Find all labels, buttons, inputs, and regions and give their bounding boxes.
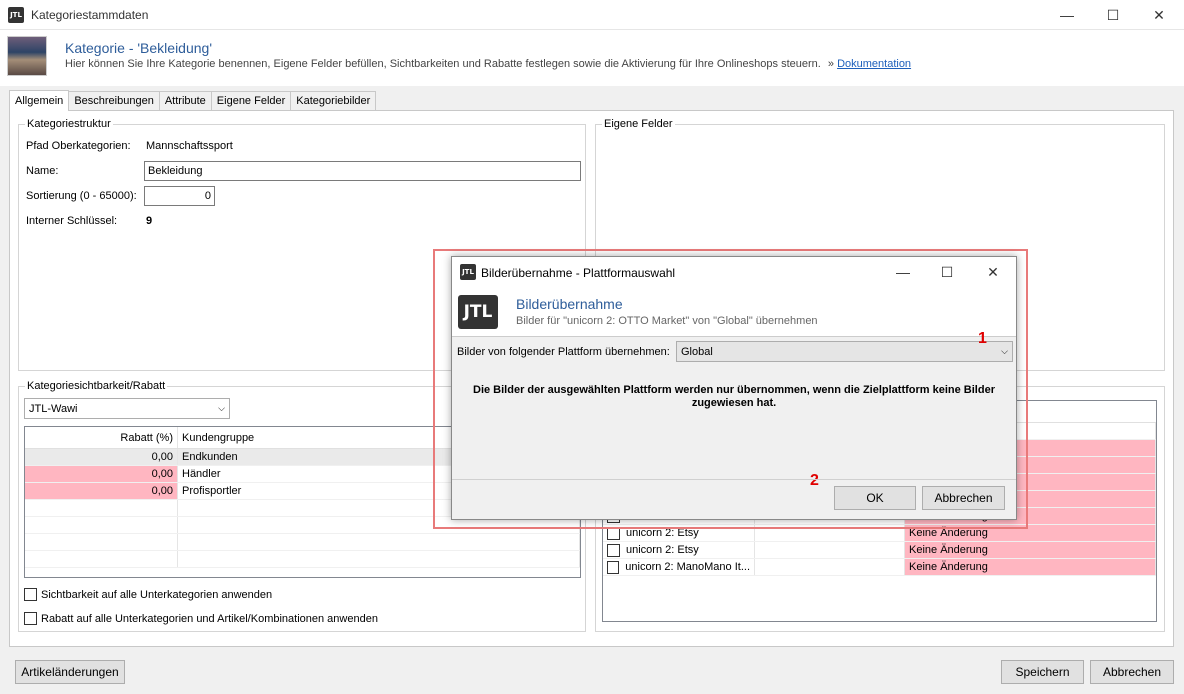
discount-checkbox-label: Rabatt auf alle Unterkategorien und Arti… bbox=[41, 612, 378, 625]
rabatt-cell[interactable]: 0,00 bbox=[25, 449, 178, 465]
visibility-checkbox-label: Sichtbarkeit auf alle Unterkategorien an… bbox=[41, 588, 273, 601]
annotation-marker-2: 2 bbox=[810, 472, 819, 489]
platform-dialog: JTL Bilderübernahme - Plattformauswahl —… bbox=[451, 256, 1017, 520]
rabatt-cell[interactable]: 0,00 bbox=[25, 483, 178, 499]
save-button[interactable]: Speichern bbox=[1001, 660, 1084, 684]
ok-button[interactable]: OK bbox=[834, 486, 916, 510]
table-row[interactable]: unicorn 2: Etsy Keine Änderung bbox=[603, 542, 1156, 559]
sort-label: Sortierung (0 - 65000): bbox=[26, 190, 137, 202]
dialog-heading: Bilderübernahme bbox=[516, 296, 623, 312]
annotation-marker-1: 1 bbox=[978, 330, 987, 347]
app-logo-icon: JTL bbox=[8, 7, 24, 23]
discount-checkbox[interactable] bbox=[24, 612, 37, 625]
dialog-subheading: Bilder für "unicorn 2: OTTO Market" von … bbox=[516, 315, 818, 327]
window-titlebar bbox=[0, 0, 1184, 30]
discount-checkbox-row[interactable]: Rabatt auf alle Unterkategorien und Arti… bbox=[24, 612, 378, 625]
platform-name: unicorn 2: ManoMano It... bbox=[625, 561, 750, 573]
platform-select[interactable]: JTL-Wawi ⌵ bbox=[24, 398, 230, 419]
category-image bbox=[7, 36, 47, 76]
minimize-icon[interactable]: — bbox=[880, 257, 926, 287]
name-input[interactable]: Bekleidung bbox=[144, 161, 581, 181]
platform-select-value: JTL-Wawi bbox=[29, 402, 78, 415]
platform-action[interactable]: Keine Änderung bbox=[905, 542, 1156, 558]
tab-eigene-felder[interactable]: Eigene Felder bbox=[210, 91, 292, 110]
rabatt-cell[interactable]: 0,00 bbox=[25, 466, 178, 482]
chevron-down-icon: ⌵ bbox=[1001, 346, 1008, 356]
platform-checkbox[interactable] bbox=[607, 560, 620, 574]
platform-checkbox[interactable] bbox=[607, 543, 620, 557]
column-header-rabatt[interactable]: Rabatt (%) bbox=[25, 427, 178, 448]
group-title: Eigene Felder bbox=[602, 118, 675, 130]
name-label: Name: bbox=[26, 165, 59, 177]
platform-action[interactable]: Keine Änderung bbox=[905, 559, 1156, 575]
table-row[interactable]: unicorn 2: ManoMano It... Keine Änderung bbox=[603, 559, 1156, 576]
tab-attribute[interactable]: Attribute bbox=[158, 91, 212, 110]
jtl-logo-icon: JTL bbox=[458, 295, 498, 329]
key-label: Interner Schlüssel: bbox=[26, 215, 118, 227]
tab-allgemein[interactable]: Allgemein bbox=[9, 90, 70, 111]
maximize-icon[interactable]: ☐ bbox=[924, 257, 970, 287]
path-label: Pfad Oberkategorien: bbox=[26, 140, 131, 152]
close-icon[interactable]: ✕ bbox=[1136, 0, 1182, 30]
group-title: Kategoriesichtbarkeit/Rabatt bbox=[25, 380, 168, 392]
dialog-cancel-button[interactable]: Abbrechen bbox=[922, 486, 1005, 510]
close-icon[interactable]: ✕ bbox=[970, 257, 1016, 287]
source-platform-value: Global bbox=[681, 345, 713, 358]
documentation-link[interactable]: Dokumentation bbox=[837, 58, 911, 70]
subtitle-text: Hier können Sie Ihre Kategorie benennen,… bbox=[65, 58, 821, 70]
tab-kategoriebilder[interactable]: Kategoriebilder bbox=[290, 91, 377, 110]
platform-label: Bilder von folgender Plattform übernehme… bbox=[457, 346, 670, 358]
group-title: Kategoriestruktur bbox=[25, 118, 113, 130]
dialog-header bbox=[452, 287, 1016, 337]
platform-name: unicorn 2: Etsy bbox=[626, 544, 699, 556]
visibility-checkbox[interactable] bbox=[24, 588, 37, 601]
dialog-title: Bilderübernahme - Plattformauswahl bbox=[481, 266, 676, 280]
source-platform-select[interactable]: Global ⌵ bbox=[676, 341, 1013, 362]
empty-row bbox=[25, 534, 580, 551]
path-value: Mannschaftssport bbox=[146, 140, 233, 152]
page-subtitle: Hier können Sie Ihre Kategorie benennen,… bbox=[65, 58, 911, 70]
sort-input[interactable]: 0 bbox=[144, 186, 215, 206]
article-changes-button[interactable]: Artikeländerungen bbox=[15, 660, 125, 684]
tab-bar: Allgemein Beschreibungen Attribute Eigen… bbox=[9, 90, 377, 111]
empty-row bbox=[25, 551, 580, 568]
visibility-checkbox-row[interactable]: Sichtbarkeit auf alle Unterkategorien an… bbox=[24, 588, 272, 601]
app-logo-icon: JTL bbox=[460, 264, 476, 280]
arrow-icon: » bbox=[827, 58, 834, 70]
cancel-button[interactable]: Abbrechen bbox=[1090, 660, 1174, 684]
key-value: 9 bbox=[146, 215, 153, 227]
dialog-info-text: Die Bilder der ausgewählten Plattform we… bbox=[473, 384, 995, 409]
tab-beschreibungen[interactable]: Beschreibungen bbox=[68, 91, 160, 110]
chevron-down-icon: ⌵ bbox=[218, 403, 225, 413]
page-title: Kategorie - 'Bekleidung' bbox=[65, 40, 212, 56]
divider bbox=[452, 479, 1016, 480]
maximize-icon[interactable]: ☐ bbox=[1090, 0, 1136, 30]
window-title: Kategoriestammdaten bbox=[31, 8, 149, 22]
minimize-icon[interactable]: — bbox=[1044, 0, 1090, 30]
